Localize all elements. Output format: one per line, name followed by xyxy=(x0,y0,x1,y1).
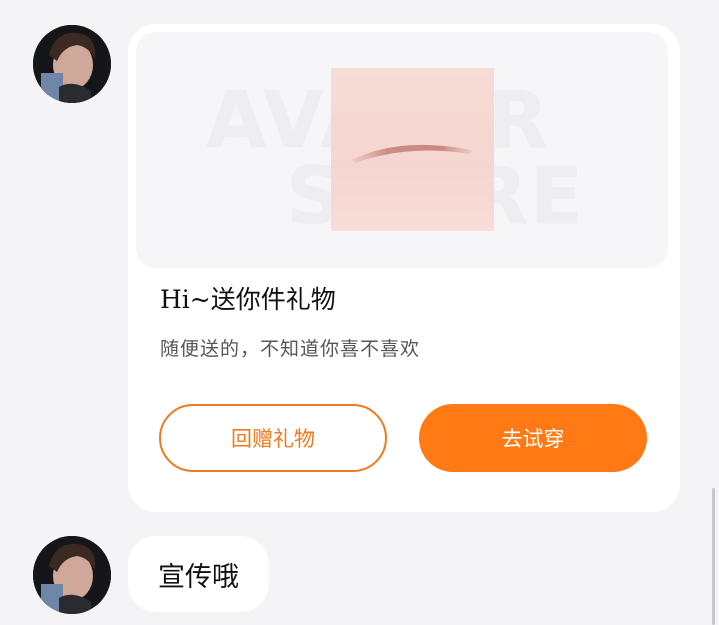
try-on-button[interactable]: 去试穿 xyxy=(419,404,647,472)
sender-avatar[interactable] xyxy=(33,25,111,103)
avatar-photo-icon xyxy=(33,25,111,103)
return-gift-button[interactable]: 回赠礼物 xyxy=(159,404,387,472)
scrollbar[interactable] xyxy=(712,488,715,625)
text-message-bubble[interactable]: 宣传哦 xyxy=(128,536,269,612)
sender-avatar[interactable] xyxy=(33,536,111,614)
gift-card-title: Hi~送你件礼物 xyxy=(160,285,336,314)
message-text: 宣传哦 xyxy=(158,561,239,593)
eyebrow-swatch-icon xyxy=(331,68,494,231)
gift-card-subtitle: 随便送的，不知道你喜不喜欢 xyxy=(160,338,421,360)
avatar-photo-icon xyxy=(33,536,111,614)
gift-preview[interactable]: AVATAR STORE xyxy=(136,32,668,268)
gift-card[interactable]: AVATAR STORE Hi~送你件礼物 随便送的，不知道你喜不喜欢 回赠礼物… xyxy=(128,24,680,512)
